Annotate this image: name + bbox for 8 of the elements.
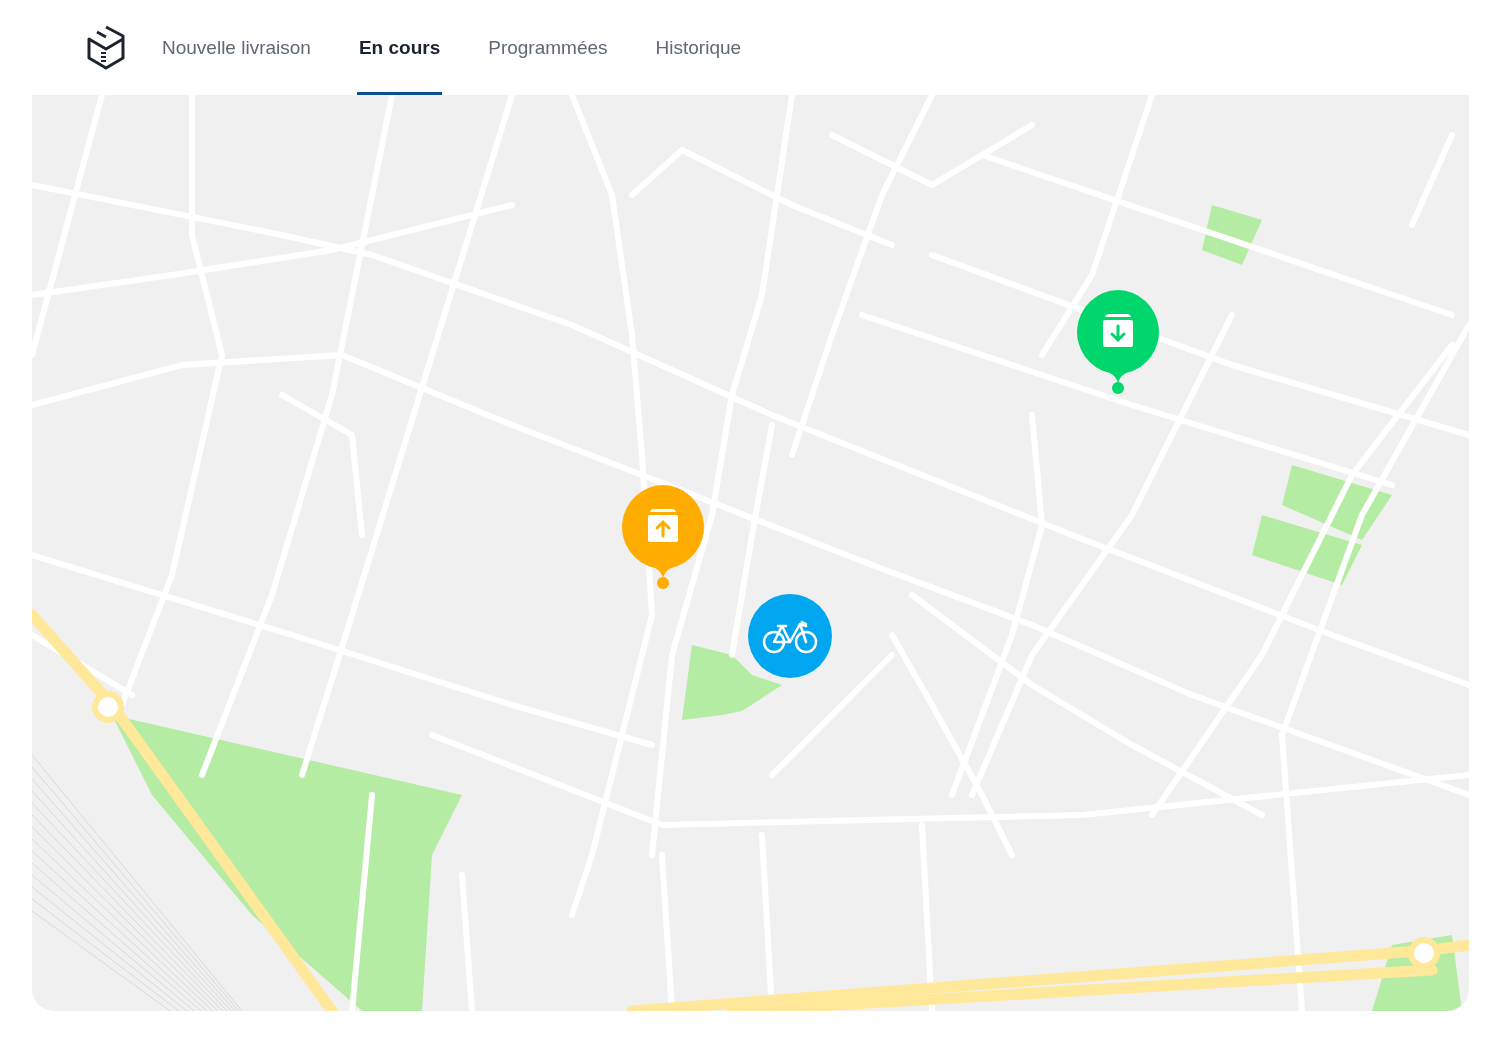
nav-tab[interactable]: Programmées [486,0,610,95]
bicycle-icon [762,618,818,654]
box-up-arrow-icon [646,508,680,544]
box-down-arrow-icon [1101,313,1135,349]
park-area [1202,205,1262,265]
logo-icon [86,24,126,71]
nav-tab[interactable]: Historique [653,0,744,95]
nav-tab[interactable]: Nouvelle livraison [160,0,313,95]
